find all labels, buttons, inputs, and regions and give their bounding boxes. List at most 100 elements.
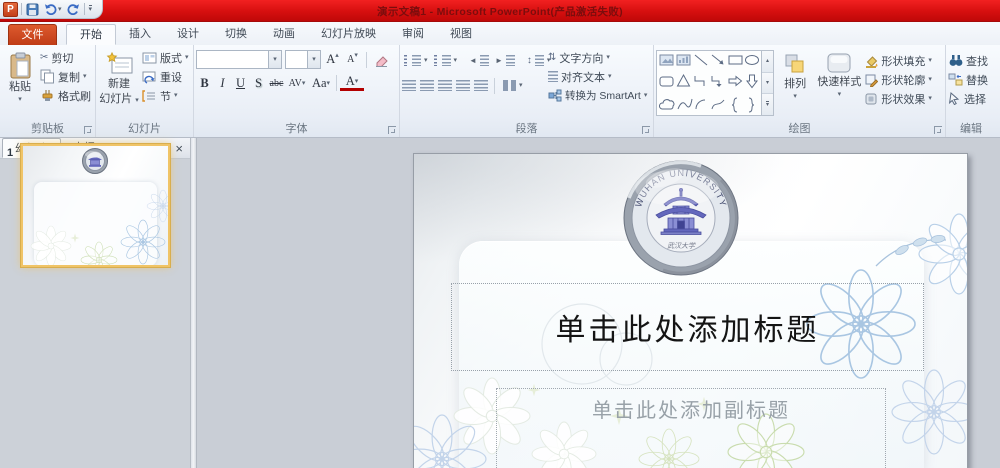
chevron-down-icon: ▾ — [174, 92, 178, 99]
shapes-gallery[interactable] — [656, 50, 762, 116]
shape-outline-button[interactable]: 形状轮廓 ▾ — [864, 70, 943, 89]
chevron-down-icon[interactable]: ▾ — [268, 51, 281, 68]
align-text-button[interactable]: 对齐文本 ▾ — [548, 67, 651, 86]
align-center-button[interactable] — [420, 80, 434, 91]
tab-view[interactable]: 视图 — [437, 24, 485, 45]
chevron-down-icon: ▾ — [837, 91, 842, 98]
select-button[interactable]: 选择 — [948, 89, 994, 108]
shape-outline-icon — [865, 74, 879, 87]
close-pane-icon[interactable]: × — [175, 142, 183, 155]
slide-thumbnail[interactable] — [21, 144, 170, 267]
clear-formatting-icon — [375, 55, 388, 67]
tab-home[interactable]: 开始 — [66, 24, 116, 45]
bold-button[interactable]: B — [196, 74, 213, 92]
font-name-combo[interactable]: ▾ — [196, 50, 282, 69]
chevron-down-icon: ▾ — [58, 5, 62, 13]
change-case-button[interactable]: Aa ▾ — [309, 74, 333, 92]
gallery-scroll-up-button[interactable]: ▴ — [762, 51, 773, 73]
reset-button[interactable]: 重设 — [140, 67, 191, 86]
justify-button[interactable] — [456, 80, 470, 91]
divider — [366, 51, 367, 68]
numbering-button[interactable]: ▾ — [432, 51, 460, 70]
distribute-button[interactable] — [474, 80, 488, 91]
powerpoint-logo-icon[interactable]: P — [3, 1, 18, 17]
shrink-font-button[interactable]: A ▾ — [344, 51, 361, 69]
select-icon — [948, 92, 960, 105]
align-right-button[interactable] — [438, 80, 452, 91]
dialog-launcher-icon[interactable] — [642, 126, 650, 134]
format-painter-button[interactable]: 格式刷 — [38, 86, 93, 105]
tab-slideshow[interactable]: 幻灯片放映 — [308, 24, 389, 45]
tab-file[interactable]: 文件 — [8, 24, 57, 45]
customize-quick-access-button[interactable]: ▾ — [88, 1, 94, 17]
group-clipboard: 粘贴 ▾ ✂ 剪切 复制 ▾ 格式刷 剪贴板 — [0, 45, 96, 137]
dialog-launcher-icon[interactable] — [84, 126, 92, 134]
cut-button[interactable]: ✂ 剪切 — [38, 48, 93, 67]
text-shadow-button[interactable]: S — [250, 74, 267, 92]
columns-icon — [503, 80, 516, 91]
section-button[interactable]: 节 ▾ — [140, 86, 191, 105]
shape-effects-icon — [865, 93, 877, 104]
seal-caption: 武汉大学 — [667, 242, 696, 250]
university-seal: WUHAN UNIVERSITY 武汉大学 — [623, 160, 739, 276]
chevron-down-icon: ▾ — [88, 5, 93, 13]
font-color-button[interactable]: A ▾ — [340, 74, 364, 91]
ribbon: 粘贴 ▾ ✂ 剪切 复制 ▾ 格式刷 剪贴板 新建 幻灯片 ▾ 版式 ▾ 重设 … — [0, 45, 1000, 138]
text-direction-button[interactable]: ⇅ 文字方向 ▾ — [548, 48, 651, 67]
smartart-icon — [548, 89, 562, 102]
columns-button[interactable]: ▾ — [501, 76, 525, 95]
tab-animations[interactable]: 动画 — [260, 24, 308, 45]
chevron-down-icon[interactable]: ▾ — [307, 51, 320, 68]
group-drawing: ▴ ▾ ▾ 排列 ▾ 快速样式 ▾ 形状填充 ▾ 形状轮廓 ▾ 形状效果 ▾ 绘… — [654, 45, 946, 137]
gallery-scroll-down-button[interactable]: ▾ — [762, 72, 773, 95]
decrease-indent-button[interactable]: ◄ — [467, 51, 491, 70]
subtitle-placeholder[interactable]: 单击此处添加副标题 — [496, 388, 886, 468]
group-editing: 查找 替换 选择 编辑 — [946, 45, 996, 137]
editing-area: WUHAN UNIVERSITY 武汉大学 单击此处添加标题 单击此处添加副标题 — [197, 138, 1000, 468]
new-slide-icon — [106, 52, 132, 74]
titlebar[interactable]: 演示文稿1 - Microsoft PowerPoint(产品激活失败) — [0, 0, 1000, 22]
increase-indent-button[interactable]: ► — [493, 51, 517, 70]
shape-fill-button[interactable]: 形状填充 ▾ — [864, 51, 943, 70]
slide-number: 1 — [7, 147, 14, 159]
shapes-gallery-scrollbar: ▴ ▾ ▾ — [762, 50, 774, 116]
cut-icon: ✂ — [40, 51, 49, 63]
character-spacing-button[interactable]: AV ▾ — [286, 74, 308, 92]
convert-to-smartart-button[interactable]: 转换为 SmartArt ▾ — [548, 86, 651, 105]
layout-button[interactable]: 版式 ▾ — [140, 48, 191, 67]
grow-font-button[interactable]: A ▴ — [324, 51, 341, 69]
redo-button[interactable] — [66, 1, 81, 17]
replace-button[interactable]: 替换 — [948, 70, 994, 89]
thumbnail-seal — [82, 148, 108, 174]
save-button[interactable] — [25, 1, 40, 17]
redo-icon — [67, 4, 79, 15]
undo-button[interactable]: ▾ — [43, 1, 63, 17]
copy-icon — [40, 69, 54, 84]
arrange-button[interactable]: 排列 ▾ — [776, 48, 814, 122]
align-left-button[interactable] — [402, 80, 416, 91]
copy-button[interactable]: 复制 ▾ — [38, 67, 93, 86]
quick-styles-button[interactable]: 快速样式 ▾ — [816, 48, 862, 122]
find-button[interactable]: 查找 — [948, 51, 994, 70]
font-size-combo[interactable]: ▾ — [285, 50, 321, 69]
tab-review[interactable]: 审阅 — [389, 24, 437, 45]
bullets-button[interactable]: ▾ — [402, 51, 430, 70]
shape-effects-button[interactable]: 形状效果 ▾ — [864, 89, 943, 108]
tab-insert[interactable]: 插入 — [116, 24, 164, 45]
shapes-gallery-icons — [658, 54, 759, 113]
title-placeholder[interactable]: 单击此处添加标题 — [451, 283, 924, 371]
dialog-launcher-icon[interactable] — [934, 126, 942, 134]
paste-button[interactable]: 粘贴 ▾ — [2, 48, 38, 122]
tab-transitions[interactable]: 切换 — [212, 24, 260, 45]
clear-formatting-button[interactable] — [372, 51, 389, 69]
group-label: 编辑 — [960, 123, 982, 135]
new-slide-button[interactable]: 新建 幻灯片 ▾ — [98, 48, 140, 122]
gallery-more-button[interactable]: ▾ — [762, 94, 773, 116]
slide-canvas[interactable]: WUHAN UNIVERSITY 武汉大学 单击此处添加标题 单击此处添加副标题 — [413, 153, 968, 468]
italic-button[interactable]: I — [214, 74, 231, 92]
underline-button[interactable]: U — [232, 74, 249, 92]
shape-fill-icon — [866, 55, 878, 68]
dialog-launcher-icon[interactable] — [388, 126, 396, 134]
strikethrough-button[interactable]: abc — [268, 74, 285, 92]
tab-design[interactable]: 设计 — [164, 24, 212, 45]
